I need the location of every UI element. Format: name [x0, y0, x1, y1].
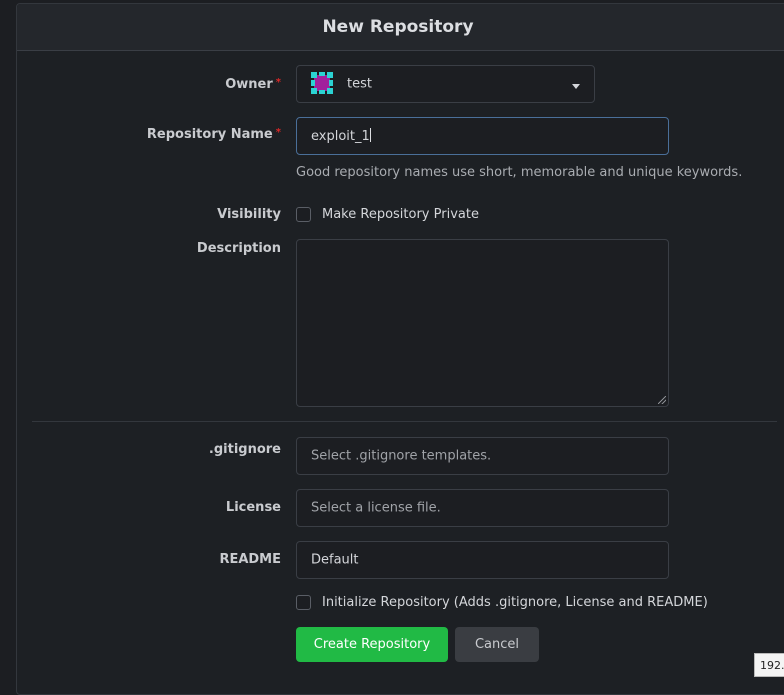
status-tooltip: 192.	[754, 653, 784, 677]
gitignore-dropdown[interactable]: Select .gitignore templates.	[296, 437, 669, 475]
repo-name-help: Good repository names use short, memorab…	[296, 165, 743, 180]
repo-name-value: exploit_1	[311, 129, 370, 144]
required-marker: *	[275, 127, 281, 138]
owner-dropdown[interactable]: test	[296, 65, 595, 103]
divider	[32, 421, 777, 422]
cancel-button[interactable]: Cancel	[455, 627, 539, 662]
repo-name-label: Repository Name *	[146, 127, 281, 142]
description-label: Description	[196, 241, 281, 256]
initialize-checkbox[interactable]	[296, 595, 311, 610]
license-placeholder: Select a license file.	[311, 500, 441, 516]
panel-header: New Repository	[17, 4, 784, 51]
resize-handle-icon[interactable]	[658, 396, 666, 404]
description-textarea[interactable]	[296, 239, 669, 407]
repo-name-input[interactable]: exploit_1	[296, 117, 669, 155]
text-caret	[369, 128, 371, 142]
readme-value: Default	[311, 552, 359, 568]
initialize-checkbox-label[interactable]: Initialize Repository (Adds .gitignore, …	[322, 595, 708, 610]
license-dropdown[interactable]: Select a license file.	[296, 489, 669, 527]
private-checkbox[interactable]	[296, 207, 311, 222]
owner-label: Owner *	[225, 77, 281, 92]
required-marker: *	[275, 77, 281, 88]
page-title: New Repository	[322, 17, 474, 37]
readme-dropdown[interactable]: Default	[296, 541, 669, 579]
gitignore-placeholder: Select .gitignore templates.	[311, 448, 492, 464]
visibility-label: Visibility	[217, 207, 281, 222]
create-repository-button[interactable]: Create Repository	[296, 627, 448, 662]
chevron-down-icon	[572, 84, 580, 89]
gitignore-label: .gitignore	[208, 442, 281, 457]
owner-avatar-icon	[311, 72, 333, 94]
private-checkbox-label[interactable]: Make Repository Private	[322, 207, 479, 222]
readme-label: README	[219, 552, 281, 567]
owner-value: test	[347, 76, 372, 92]
license-label: License	[225, 500, 281, 515]
